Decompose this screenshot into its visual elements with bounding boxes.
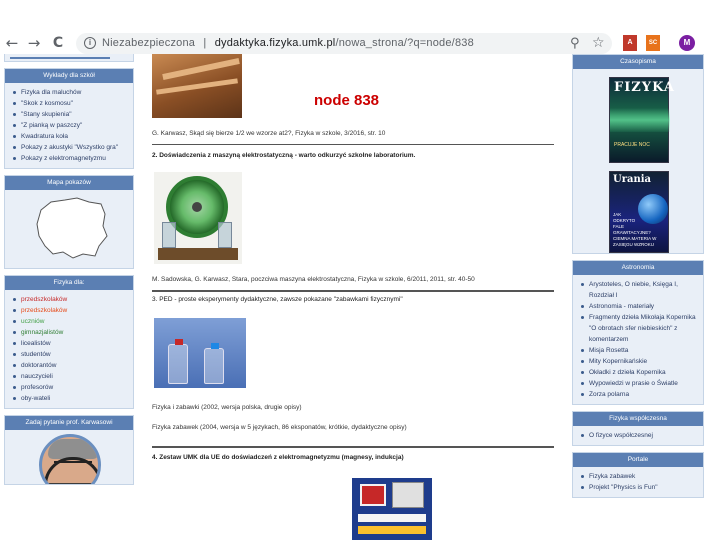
left-sidebar: Wykłady dla szkół Fizyka dla maluchów "S… bbox=[4, 54, 134, 491]
url-text[interactable]: Niezabezpieczona | dydaktyka.fizyka.umk.… bbox=[102, 37, 474, 49]
fizyka-magazine-cover[interactable]: FIZYKA PRACUJE NOC bbox=[609, 77, 674, 163]
wyklady-item[interactable]: Fizyka dla maluchów bbox=[13, 87, 128, 98]
divider bbox=[152, 144, 554, 145]
link-fizyka-i-zabawki[interactable]: Fizyka i zabawki (2002, wersja polska, d… bbox=[152, 404, 302, 411]
section-2-heading: 2. Doświadczenia z maszyną elektrostatyc… bbox=[152, 152, 416, 159]
section-3-heading: 3. PED - proste eksperymenty dydaktyczne… bbox=[152, 296, 403, 303]
divider bbox=[152, 290, 554, 292]
wyklady-item[interactable]: Kwadratura koła bbox=[13, 131, 128, 142]
fizyka-dla-item[interactable]: doktorantów bbox=[13, 360, 128, 371]
portale-box: Portale Fizyka zabawek Projekt "Physics … bbox=[572, 452, 704, 498]
czasopisma-title: Czasopisma bbox=[573, 55, 703, 69]
url-path: /nowa_strona/?q=node/838 bbox=[335, 37, 474, 49]
back-arrow-icon[interactable]: ← bbox=[2, 33, 22, 53]
fizyka-wspolczesna-title: Fizyka współczesna bbox=[573, 412, 703, 426]
cover2-subtitle-2: CIEMNA MATERIA W ZASIĘGU WZROKU bbox=[613, 236, 657, 247]
portale-list: Fizyka zabawek Projekt "Physics is Fun" bbox=[573, 467, 703, 497]
fizyka-wspolczesna-item[interactable]: O fizyce współczesnej bbox=[581, 430, 698, 441]
czasopisma-box: Czasopisma FIZYKA PRACUJE NOC Urania JAK… bbox=[572, 54, 704, 254]
fizyka-dla-list: przedszkolaków przedszkolaków uczniów gimna… bbox=[5, 290, 133, 408]
fizyka-dla-item[interactable]: przedszkolaków bbox=[13, 294, 128, 305]
portale-item[interactable]: Fizyka zabawek bbox=[581, 471, 698, 482]
astronomia-item[interactable]: Okładki z dzieła Kopernika bbox=[581, 367, 698, 378]
astronomia-item[interactable]: Arystoteles, O niebie, Księga I, Rozdzia… bbox=[581, 279, 698, 301]
top-stub-box bbox=[4, 54, 134, 62]
wyklady-item[interactable]: "Z pianką w paszczy" bbox=[13, 120, 128, 131]
urania-magazine-cover[interactable]: Urania JAK ODKRYTO FALE GRAWITACYJNE? CI… bbox=[609, 171, 669, 253]
fizyka-wspolczesna-box: Fizyka współczesna O fizyce współczesnej bbox=[572, 411, 704, 446]
main-content: node 838 G. Karwasz, Skąd się bierze 1/2… bbox=[152, 54, 554, 540]
inclined-plane-image[interactable] bbox=[152, 54, 242, 118]
astronomia-item[interactable]: Fragmenty dzieła Mikołaja Kopernika "O o… bbox=[581, 312, 698, 345]
electrostatic-machine-image[interactable] bbox=[154, 172, 242, 264]
address-bar[interactable]: i Niezabezpieczona | dydaktyka.fizyka.um… bbox=[76, 33, 612, 54]
forward-arrow-icon[interactable]: → bbox=[24, 33, 44, 53]
wyklady-item[interactable]: "Skok z kosmosu" bbox=[13, 98, 128, 109]
astronomia-box: Astronomia Arystoteles, O niebie, Księga… bbox=[572, 260, 704, 405]
wyklady-title: Wykłady dla szkół bbox=[5, 69, 133, 83]
portale-item[interactable]: Projekt "Physics is Fun" bbox=[581, 482, 698, 493]
fizyka-dla-box: Fizyka dla: przedszkolaków przedszkolaków… bbox=[4, 275, 134, 409]
search-icon[interactable]: ⚲ bbox=[570, 35, 580, 51]
profile-avatar[interactable]: M bbox=[679, 35, 695, 51]
professor-photo[interactable] bbox=[39, 434, 101, 484]
pdf-extension-icon[interactable]: A bbox=[623, 35, 637, 51]
fizyka-wspolczesna-list: O fizyce współczesnej bbox=[573, 426, 703, 445]
bookmark-star-icon[interactable]: ☆ bbox=[592, 34, 605, 51]
fizyka-dla-item[interactable]: profesorów bbox=[13, 382, 128, 393]
cover1-title: FIZYKA bbox=[614, 80, 675, 95]
cover2-subtitle: JAK ODKRYTO FALE GRAWITACYJNE? bbox=[613, 212, 651, 235]
pytanie-title: Zadaj pytanie prof. Karwasowi bbox=[5, 416, 133, 430]
reference-1[interactable]: G. Karwasz, Skąd się bierze 1/2 we wzorz… bbox=[152, 130, 385, 137]
wyklady-box: Wykłady dla szkół Fizyka dla maluchów "S… bbox=[4, 68, 134, 169]
astronomia-item[interactable]: Mity Kopernikańskie bbox=[581, 356, 698, 367]
astronomia-item[interactable]: Zorza polarna bbox=[581, 389, 698, 400]
cover2-title: Urania bbox=[613, 174, 652, 185]
astronomia-item[interactable]: Wypowiedzi w prasie o Światle bbox=[581, 378, 698, 389]
wyklady-list: Fizyka dla maluchów "Skok z kosmosu" "St… bbox=[5, 83, 133, 168]
wyklady-item[interactable]: "Stany skupienia" bbox=[13, 109, 128, 120]
link-fizyka-zabawek[interactable]: Fizyka zabawek (2004, wersja w 5 językac… bbox=[152, 424, 407, 431]
wyklady-item[interactable]: Pokazy z akustyki "Wszystko gra" bbox=[13, 142, 128, 153]
astronomia-list: Arystoteles, O niebie, Księga I, Rozdzia… bbox=[573, 275, 703, 404]
toys-bottles-image[interactable] bbox=[154, 318, 246, 388]
pytanie-box: Zadaj pytanie prof. Karwasowi bbox=[4, 415, 134, 485]
browser-toolbar: ← → C i Niezabezpieczona | dydaktyka.fiz… bbox=[0, 0, 720, 62]
divider bbox=[152, 446, 554, 448]
fizyka-dla-item[interactable]: nauczycieli bbox=[13, 371, 128, 382]
cover1-subtitle: PRACUJE NOC bbox=[614, 142, 650, 148]
fizyka-dla-item[interactable]: gimnazjalistów bbox=[13, 327, 128, 338]
reload-icon[interactable]: C bbox=[48, 33, 68, 53]
mapa-box: Mapa pokazów bbox=[4, 175, 134, 269]
magnetism-kit-image[interactable] bbox=[352, 478, 432, 540]
reference-2[interactable]: M. Sadowska, G. Karwasz, Stara, poczciwa… bbox=[152, 276, 475, 283]
info-icon[interactable]: i bbox=[84, 37, 96, 49]
extension-icon[interactable]: SC bbox=[646, 35, 660, 51]
section-4-heading: 4. Zestaw UMK dla UE do doświadczeń z el… bbox=[152, 454, 404, 461]
poland-map-icon[interactable] bbox=[33, 196, 109, 262]
url-host: dydaktyka.fizyka.umk.pl bbox=[214, 37, 336, 49]
astronomia-item[interactable]: Astronomia - materiały bbox=[581, 301, 698, 312]
fizyka-dla-item[interactable]: licealistów bbox=[13, 338, 128, 349]
portale-title: Portale bbox=[573, 453, 703, 467]
wyklady-item[interactable]: Pokazy z elektromagnetyzmu bbox=[13, 153, 128, 164]
url-separator: | bbox=[203, 37, 207, 49]
astronomia-title: Astronomia bbox=[573, 261, 703, 275]
web-page: Wykłady dla szkół Fizyka dla maluchów "S… bbox=[0, 54, 720, 540]
fizyka-dla-item[interactable]: studentów bbox=[13, 349, 128, 360]
fizyka-dla-title: Fizyka dla: bbox=[5, 276, 133, 290]
security-label: Niezabezpieczona bbox=[102, 37, 196, 49]
fizyka-dla-item[interactable]: uczniów bbox=[13, 316, 128, 327]
right-sidebar: Czasopisma FIZYKA PRACUJE NOC Urania JAK… bbox=[572, 54, 704, 504]
fizyka-dla-item[interactable]: przedszkolaków bbox=[13, 305, 128, 316]
astronomia-item[interactable]: Misja Rosetta bbox=[581, 345, 698, 356]
page-title: node 838 bbox=[314, 92, 380, 109]
fizyka-dla-item[interactable]: oby-wateli bbox=[13, 393, 128, 404]
mapa-title: Mapa pokazów bbox=[5, 176, 133, 190]
